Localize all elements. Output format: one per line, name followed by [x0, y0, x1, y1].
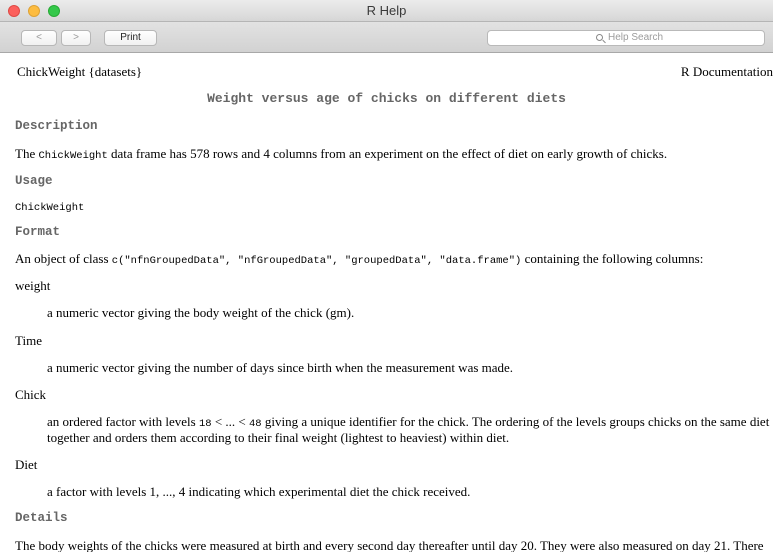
- column-name-chick: Chick: [15, 387, 47, 402]
- column-desc-diet: a factor with levels 1, ..., 4 indicatin…: [47, 484, 471, 499]
- page-title: Weight versus age of chicks on different…: [207, 91, 566, 106]
- column-name-time: Time: [15, 333, 42, 348]
- inline-code: ChickWeight: [38, 150, 108, 162]
- inline-code: c("nfnGroupedData", "nfGroupedData", "gr…: [111, 255, 522, 267]
- help-search-input[interactable]: Help Search: [487, 30, 765, 46]
- print-button[interactable]: Print: [104, 30, 157, 46]
- forward-button[interactable]: >: [61, 30, 91, 46]
- details-heading: Details: [15, 511, 68, 525]
- usage-heading: Usage: [15, 174, 53, 188]
- title-bar: R Help: [0, 0, 773, 22]
- back-button[interactable]: <: [21, 30, 57, 46]
- column-desc-chick-line2: together and orders them according to th…: [47, 430, 510, 445]
- window-title: R Help: [366, 3, 407, 18]
- format-text: An object of class c("nfnGroupedData", "…: [15, 251, 704, 267]
- column-name-diet: Diet: [15, 457, 38, 472]
- search-icon: [596, 34, 603, 41]
- column-name-weight: weight: [15, 278, 51, 293]
- column-desc-time: a numeric vector giving the number of da…: [47, 360, 514, 375]
- search-placeholder: Help Search: [608, 32, 664, 43]
- usage-code: ChickWeight: [15, 202, 85, 214]
- column-desc-weight: a numeric vector giving the body weight …: [47, 305, 355, 320]
- description-text: The ChickWeight data frame has 578 rows …: [15, 146, 668, 162]
- format-heading: Format: [15, 225, 61, 239]
- page-topic-label: ChickWeight {datasets}: [17, 64, 143, 79]
- description-heading: Description: [15, 119, 98, 133]
- r-documentation-label: R Documentation: [680, 64, 773, 79]
- toolbar: < > Print Help Search: [0, 22, 773, 53]
- details-text: The body weights of the chicks were meas…: [15, 538, 764, 552]
- help-content[interactable]: ChickWeight {datasets} R Documentation W…: [0, 54, 773, 552]
